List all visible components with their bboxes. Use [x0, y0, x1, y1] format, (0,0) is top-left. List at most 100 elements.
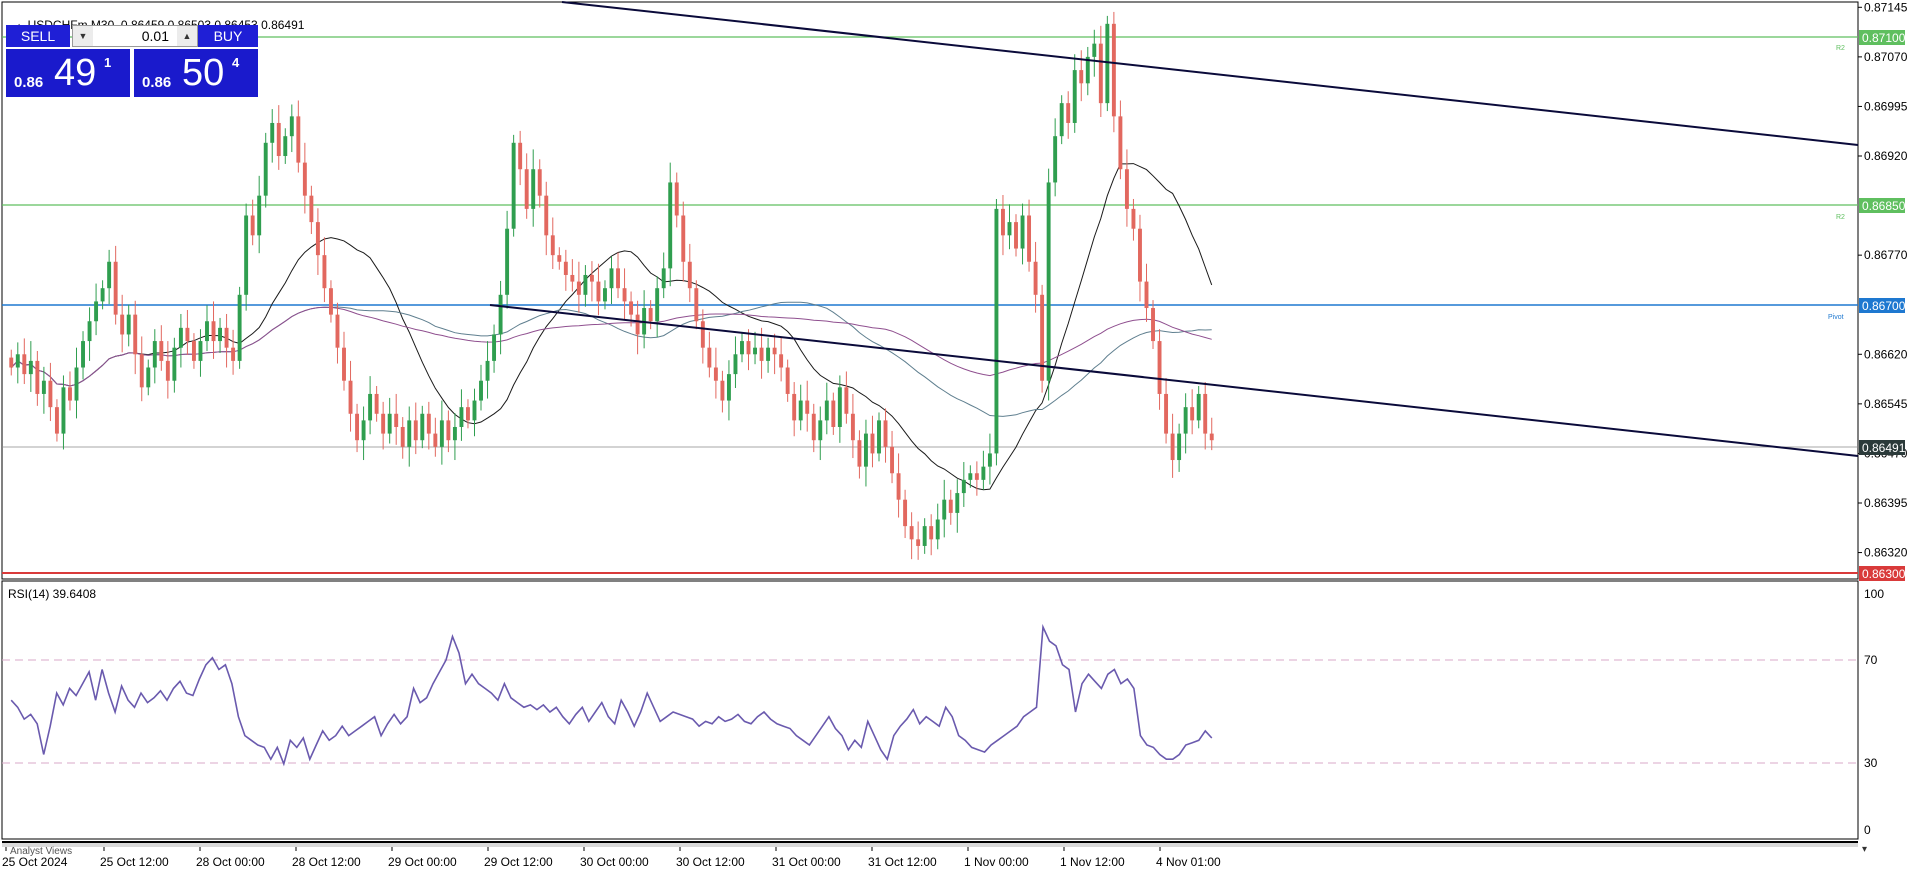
candle-body: [1111, 23, 1116, 117]
candle-body: [1092, 43, 1097, 57]
candle-body: [74, 367, 79, 401]
candle-body: [452, 426, 457, 441]
candle-body: [9, 357, 14, 368]
candle-body: [537, 169, 542, 196]
candle-body: [100, 288, 105, 302]
ma-short-line: [10, 163, 1213, 491]
candle-body: [616, 268, 620, 289]
volume-value[interactable]: 0.01: [142, 28, 169, 44]
candle-body: [120, 314, 125, 335]
bid-price-prefix: 0.86: [14, 74, 44, 91]
candle-body: [342, 347, 346, 381]
candle-body: [668, 182, 673, 269]
candle-body: [231, 347, 236, 361]
candle-body: [733, 354, 738, 375]
price-tick-label: 0.86320: [1864, 546, 1908, 560]
candle-body: [426, 413, 431, 434]
candle-body: [511, 142, 516, 229]
candle-body: [263, 142, 268, 196]
candle-body: [583, 274, 588, 295]
candle-body: [785, 367, 790, 394]
candle-body: [433, 433, 438, 447]
ask-price-big: 50: [182, 52, 225, 94]
candle-body: [857, 440, 862, 467]
buy-button[interactable]: BUY: [198, 25, 258, 47]
ask-price-box[interactable]: 0.86 50 4: [134, 49, 258, 97]
candle-body: [974, 473, 979, 480]
candle-body: [877, 420, 881, 454]
candle-body: [1001, 208, 1005, 236]
price-chart[interactable]: Analyst Views R2 R2 Pivot 0.871450.87070…: [0, 0, 1916, 874]
candle-body: [563, 261, 568, 275]
candle-body: [687, 261, 692, 289]
candle-body: [505, 228, 510, 295]
time-tick-label: 25 Oct 2024: [2, 855, 68, 869]
candle-body: [1157, 341, 1162, 394]
candle-body: [1183, 407, 1188, 434]
candle-body: [1151, 308, 1155, 342]
candle-body: [191, 341, 196, 361]
candle-body: [824, 400, 829, 421]
price-tick-label: 0.87070: [1864, 50, 1908, 64]
time-tick-label: 28 Oct 00:00: [196, 855, 265, 869]
candle-body: [863, 433, 868, 467]
candle-body: [296, 116, 301, 163]
candle-body: [942, 499, 947, 520]
candle-body: [28, 360, 33, 375]
candle-body: [68, 387, 72, 401]
candle-body: [753, 347, 757, 355]
candle-body: [107, 261, 112, 289]
candle-body: [139, 354, 144, 388]
candle-body: [400, 426, 405, 447]
volume-field[interactable]: ▼ 0.01 ▲: [72, 25, 198, 47]
candle-body: [603, 288, 607, 302]
candle-body: [948, 499, 953, 513]
candle-body: [609, 268, 614, 289]
candle-body: [237, 294, 242, 361]
candle-body: [1196, 393, 1201, 421]
ask-price-prefix: 0.86: [142, 74, 172, 91]
volume-decrease-icon[interactable]: ▼: [73, 26, 93, 46]
candle-body: [1144, 281, 1149, 309]
time-tick-label: 30 Oct 00:00: [580, 855, 649, 869]
candle-body: [903, 499, 908, 527]
candle-body: [635, 314, 640, 335]
candle-body: [374, 393, 379, 414]
candle-body: [289, 116, 294, 137]
candle-body: [570, 274, 575, 282]
time-tick-label: 29 Oct 00:00: [388, 855, 457, 869]
bid-price-box[interactable]: 0.86 49 1: [6, 49, 130, 97]
candle-body: [413, 420, 418, 441]
candle-body: [1066, 103, 1071, 123]
candle-body: [172, 347, 177, 381]
candle-body: [276, 122, 281, 157]
candle-body: [1138, 228, 1142, 282]
candle-body: [850, 413, 855, 441]
candle-body: [420, 413, 425, 441]
moving-averages: [10, 163, 1213, 491]
candle-body: [961, 479, 966, 494]
candle-body: [740, 341, 744, 355]
pivot-label: 0.86700: [1862, 299, 1906, 313]
sell-button[interactable]: SELL: [6, 25, 70, 47]
candle-body: [1059, 103, 1064, 137]
trendline-upper[interactable]: [561, 1, 1859, 146]
candle-body: [968, 473, 973, 480]
scroll-arrow-icon[interactable]: ▾: [1862, 844, 1867, 855]
candle-body: [1118, 116, 1123, 170]
volume-increase-icon[interactable]: ▲: [177, 26, 197, 46]
candle-body: [472, 400, 477, 421]
candle-body: [707, 347, 712, 368]
candle-body: [394, 413, 399, 427]
candle-body: [361, 420, 366, 441]
candle-body: [485, 360, 490, 381]
ask-price-pip: 4: [232, 55, 240, 70]
analyst-views-bar[interactable]: [2, 843, 1858, 847]
candle-body: [694, 288, 699, 322]
time-axis: 25 Oct 2024 25 Oct 12:00 28 Oct 00:00 28 Oc…: [2, 847, 1221, 869]
candle-body: [713, 367, 718, 381]
candle-body: [1020, 215, 1025, 249]
candle-body: [1170, 433, 1175, 461]
current-price-label: 0.86491: [1862, 441, 1906, 455]
candle-body: [211, 321, 216, 342]
